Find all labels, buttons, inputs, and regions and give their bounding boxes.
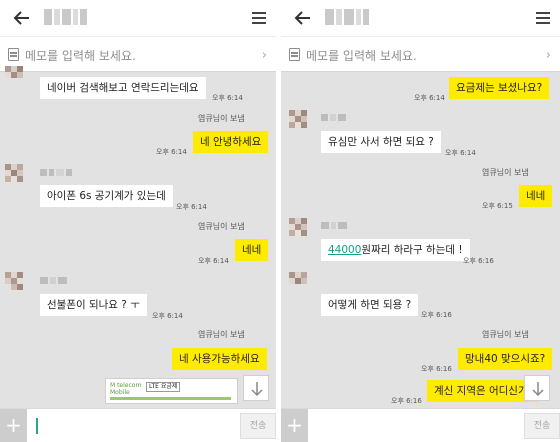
sender-name: [321, 114, 346, 121]
message-bubble-out: 계신 지역은 어디신가: [427, 380, 539, 402]
message-time: 오후 6:16: [421, 311, 452, 319]
menu-icon[interactable]: [252, 9, 266, 27]
back-arrow-icon[interactable]: [293, 8, 313, 28]
sender-label: 염큐님이 보냄: [198, 114, 245, 123]
menu-icon[interactable]: [536, 9, 550, 27]
sender-label: 염큐님이 보냄: [482, 168, 529, 177]
chevron-right-icon: ›: [545, 48, 551, 63]
memo-placeholder: 메모를 입력해 보세요.: [25, 49, 136, 63]
memo-placeholder: 메모를 입력해 보세요.: [306, 49, 417, 63]
top-bar: [281, 0, 560, 36]
message-bubble-in: 네이버 검색해보고 연락드리는데요: [40, 77, 206, 99]
message-time: 오후 6:14: [198, 257, 229, 265]
memo-bar[interactable]: 메모를 입력해 보세요. ›: [0, 36, 276, 72]
chat-pane-right: 메모를 입력해 보세요. › 요금제는 보셨나요? 오후 6:14 유심만 사서…: [281, 0, 560, 442]
message-time: 오후 6:16: [421, 365, 452, 373]
chat-title: [44, 9, 87, 27]
sender-label: 염큐님이 보냄: [482, 330, 529, 339]
input-bar: + 전송: [0, 408, 276, 442]
message-time: 오후 6:16: [391, 397, 422, 405]
plus-icon[interactable]: +: [281, 409, 308, 442]
message-bubble-out: 네네: [519, 185, 553, 207]
message-time: 오후 6:14: [445, 149, 476, 157]
message-list: 요금제는 보셨나요? 오후 6:14 유심만 사서 하면 되요 ? 오후 6:1…: [281, 72, 560, 408]
avatar: [5, 164, 27, 190]
input-bar: + 전송: [281, 408, 560, 442]
message-bubble-in: 선불폰이 되나요 ? ㅜ: [40, 294, 147, 316]
avatar: [5, 272, 27, 298]
scroll-down-icon: [532, 382, 544, 397]
send-button[interactable]: 전송: [524, 413, 560, 439]
chevron-right-icon: ›: [261, 48, 267, 63]
message-bubble-out: 네 사용가능하세요: [172, 348, 267, 370]
message-time: 오후 6:14: [152, 312, 183, 320]
card-logo: M telecom Mobile: [110, 382, 142, 396]
chat-pane-left: 메모를 입력해 보세요. › 네이버 검색해보고 연락드리는데요 오후 6:14…: [0, 0, 276, 442]
scroll-down-icon: [251, 382, 263, 397]
message-time: 오후 6:15: [482, 202, 513, 210]
sender-name: [40, 277, 67, 284]
card-bar: [110, 397, 231, 400]
text-caret: [36, 418, 38, 434]
avatar: [289, 218, 311, 244]
sender-name: [321, 222, 347, 229]
message-bubble-out: 네 안녕하세요: [193, 131, 269, 153]
message-bubble-in: 유심만 사서 하면 되요 ?: [321, 131, 441, 153]
memo-bar[interactable]: 메모를 입력해 보세요. ›: [281, 36, 560, 72]
back-arrow-icon[interactable]: [12, 8, 32, 28]
card-label: LTE 요금제: [146, 382, 181, 392]
scroll-down-button[interactable]: [524, 375, 550, 401]
message-time: 오후 6:14: [414, 94, 445, 102]
top-bar: [0, 0, 276, 36]
send-button[interactable]: 전송: [240, 413, 276, 439]
message-input[interactable]: [311, 414, 522, 438]
chat-title: [325, 9, 369, 27]
message-bubble-out: 요금제는 보셨나요?: [449, 77, 550, 99]
message-time: 오후 6:14: [212, 94, 243, 102]
phone-link[interactable]: 44000: [328, 244, 361, 256]
image-attachment[interactable]: M telecom Mobile LTE 요금제: [105, 378, 238, 404]
message-list: 네이버 검색해보고 연락드리는데요 오후 6:14 염큐님이 보냄 네 안녕하세…: [0, 66, 276, 408]
message-bubble-in: 44000원짜리 하라구 하는데 !: [321, 239, 470, 261]
message-time: 오후 6:14: [156, 148, 187, 156]
memo-icon: [289, 48, 300, 61]
memo-icon: [8, 48, 19, 61]
avatar: [289, 272, 311, 298]
sender-label: 염큐님이 보냄: [198, 330, 245, 339]
message-bubble-in: 아이폰 6s 공기계가 있는데: [40, 185, 173, 207]
message-input[interactable]: [30, 414, 238, 438]
message-bubble-out: 네네: [235, 239, 269, 261]
message-bubble-out: 망내40 맞으시죠?: [458, 348, 553, 370]
message-bubble-in: 어떻게 하면 되용 ?: [321, 294, 419, 316]
sender-label: 염큐님이 보냄: [198, 222, 245, 231]
avatar: [5, 66, 27, 92]
plus-icon[interactable]: +: [0, 409, 27, 442]
message-time: 오후 6:16: [463, 257, 494, 265]
sender-name: [40, 169, 72, 176]
scroll-down-button[interactable]: [243, 375, 269, 401]
avatar: [289, 110, 311, 136]
message-time: 오후 6:14: [176, 203, 207, 211]
